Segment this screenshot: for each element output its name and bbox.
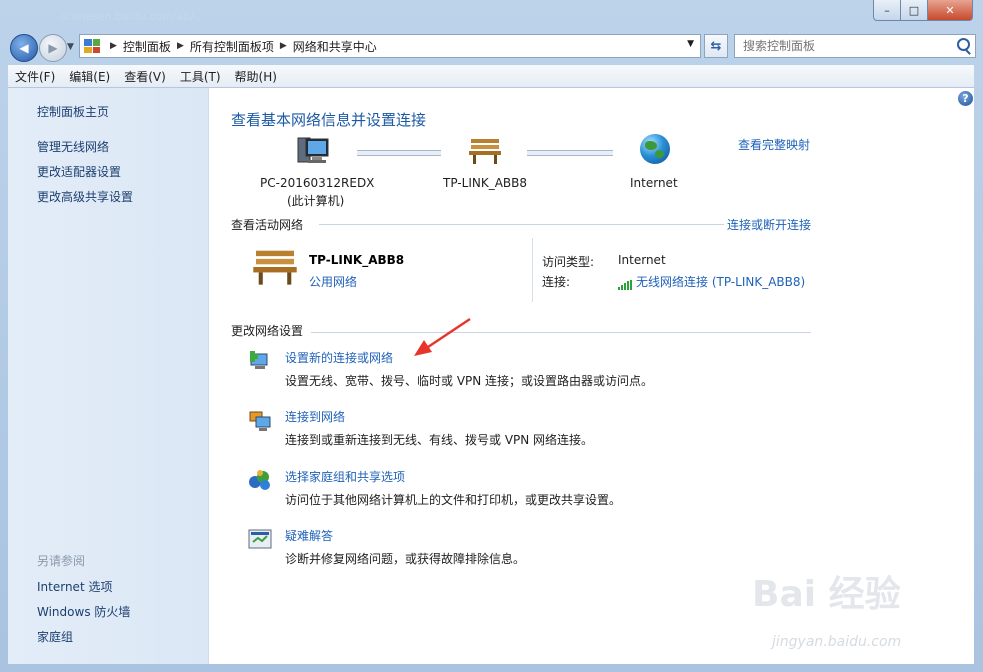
connect-network-icon (249, 411, 271, 431)
refresh-icon: ⇆ (710, 38, 722, 54)
task-connect-network-title[interactable]: 连接到网络 (285, 408, 345, 425)
sidebar-item-wireless[interactable]: 管理无线网络 (37, 138, 109, 155)
connection-value[interactable]: 无线网络连接 (TP-LINK_ABB8) (636, 273, 805, 290)
section-divider (311, 332, 811, 333)
breadcrumb-network-center[interactable]: 网络和共享中心 (293, 38, 377, 55)
sidebar-item-home[interactable]: 控制面板主页 (37, 103, 109, 120)
access-type-label: 访问类型: (542, 255, 595, 269)
connection-link[interactable]: 无线网络连接 (TP-LINK_ABB8) (618, 273, 805, 290)
menu-file[interactable]: 文件(F) (8, 68, 62, 85)
recent-pages-chevron-icon[interactable]: ▼ (67, 42, 74, 52)
menu-bar: 文件(F) 编辑(E) 查看(V) 工具(T) 帮助(H) (8, 65, 974, 88)
page-title: 查看基本网络信息并设置连接 (231, 111, 427, 129)
forward-button[interactable]: ▶ (39, 34, 67, 62)
task-homegroup-desc: 访问位于其他网络计算机上的文件和打印机，或更改共享设置。 (285, 493, 622, 507)
window-title: drunesen.baidu.com/ab/... (60, 10, 205, 23)
wifi-signal-icon (618, 280, 632, 290)
address-bar[interactable]: ▶ 控制面板 ▶ 所有控制面板项 ▶ 网络和共享中心 ▼ (79, 34, 701, 58)
map-connector (357, 150, 441, 156)
task-new-connection-title[interactable]: 设置新的连接或网络 (285, 349, 393, 366)
breadcrumb-separator-icon[interactable]: ▶ (280, 41, 287, 51)
sidebar-item-adapter[interactable]: 更改适配器设置 (37, 163, 121, 180)
active-networks-heading: 查看活动网络 (231, 218, 304, 232)
title-bar: drunesen.baidu.com/ab/... – □ ✕ (0, 0, 983, 30)
refresh-button[interactable]: ⇆ (704, 34, 728, 58)
baidu-watermark-logo: Bai 经验 (752, 574, 901, 615)
maximize-button[interactable]: □ (900, 0, 928, 21)
breadcrumb-all-items[interactable]: 所有控制面板项 (190, 38, 274, 55)
minimize-button[interactable]: – (873, 0, 901, 21)
close-button[interactable]: ✕ (927, 0, 973, 21)
breadcrumb-separator-icon[interactable]: ▶ (110, 41, 117, 51)
internet-globe-icon (640, 134, 670, 164)
sidebar-item-homegroup[interactable]: 家庭组 (37, 628, 73, 645)
breadcrumb-control-panel[interactable]: 控制面板 (123, 38, 171, 55)
menu-help[interactable]: 帮助(H) (228, 68, 284, 85)
menu-tools[interactable]: 工具(T) (173, 68, 228, 85)
search-box[interactable] (734, 34, 976, 58)
control-panel-icon (84, 39, 100, 53)
address-dropdown-chevron-icon[interactable]: ▼ (687, 39, 694, 49)
active-network-bench-icon (253, 250, 297, 285)
back-button[interactable]: ◀ (10, 34, 38, 62)
sidebar: 控制面板主页 管理无线网络 更改适配器设置 更改高级共享设置 另请参阅 Inte… (8, 88, 209, 664)
internet-node-label: Internet (630, 176, 678, 190)
access-type-value: Internet (618, 253, 666, 267)
active-network-name: TP-LINK_ABB8 (309, 253, 405, 267)
computer-name: PC-20160312REDX (260, 176, 375, 190)
breadcrumb: ▶ 控制面板 ▶ 所有控制面板项 ▶ 网络和共享中心 (104, 38, 377, 55)
task-troubleshoot-title[interactable]: 疑难解答 (285, 527, 333, 544)
computer-subtitle: (此计算机) (287, 194, 345, 208)
baidu-watermark-url: jingyan.baidu.com (772, 634, 902, 650)
task-new-connection-desc: 设置无线、宽带、拨号、临时或 VPN 连接；或设置路由器或访问点。 (285, 374, 654, 388)
map-connector (527, 150, 613, 156)
task-troubleshoot-desc: 诊断并修复网络问题，或获得故障排除信息。 (285, 552, 526, 566)
section-divider (319, 224, 724, 225)
menu-edit[interactable]: 编辑(E) (62, 68, 117, 85)
connection-label: 连接: (542, 275, 571, 289)
homegroup-icon (249, 470, 270, 490)
troubleshoot-icon (248, 529, 272, 549)
new-connection-icon (250, 351, 268, 369)
bench-icon (469, 139, 501, 164)
menu-view[interactable]: 查看(V) (117, 68, 173, 85)
network-node-label: TP-LINK_ABB8 (443, 176, 528, 190)
network-type-link[interactable]: 公用网络 (309, 273, 357, 290)
connect-disconnect-link[interactable]: 连接或断开连接 (727, 216, 811, 233)
see-also-heading: 另请参阅 (37, 554, 86, 568)
full-map-link[interactable]: 查看完整映射 (738, 136, 810, 153)
vertical-divider (532, 238, 533, 302)
help-icon[interactable]: ? (958, 91, 973, 106)
sidebar-item-sharing[interactable]: 更改高级共享设置 (37, 188, 133, 205)
navigation-bar: ◀ ▶ ▼ ▶ 控制面板 ▶ 所有控制面板项 ▶ 网络和共享中心 ▼ ⇆ (0, 30, 983, 63)
task-homegroup-title[interactable]: 选择家庭组和共享选项 (285, 468, 405, 485)
sidebar-item-firewall[interactable]: Windows 防火墙 (37, 603, 130, 620)
search-input[interactable] (741, 38, 955, 54)
breadcrumb-separator-icon[interactable]: ▶ (177, 41, 184, 51)
computer-icon (297, 137, 329, 163)
change-settings-heading: 更改网络设置 (231, 324, 304, 338)
sidebar-item-internet-options[interactable]: Internet 选项 (37, 578, 112, 595)
search-icon[interactable] (957, 38, 970, 51)
task-connect-network-desc: 连接到或重新连接到无线、有线、拨号或 VPN 网络连接。 (285, 433, 594, 447)
